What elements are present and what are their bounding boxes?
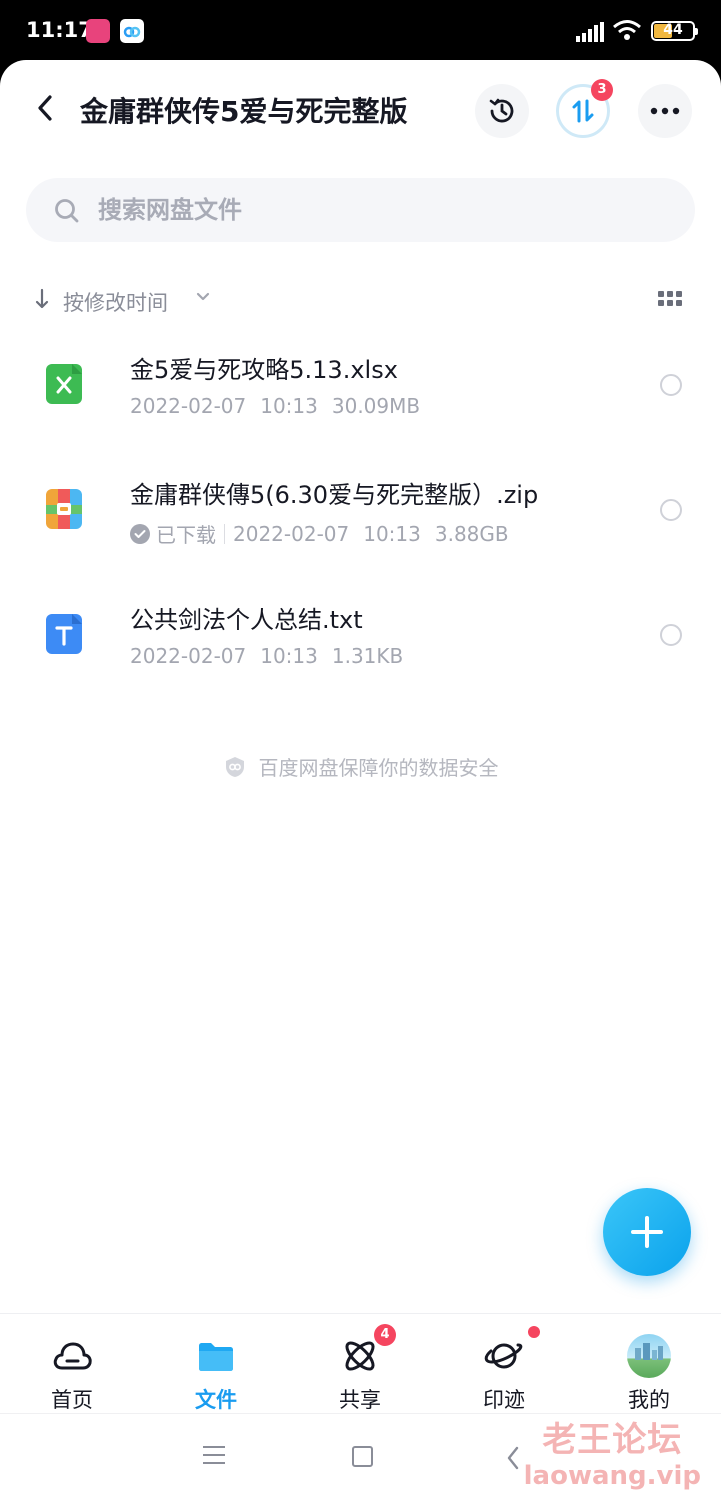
file-meta: 已下载 2022-02-07 10:13 3.88GB [130,519,509,548]
avatar [627,1334,671,1378]
watermark-title: 老王论坛 [542,1420,683,1460]
file-time: 10:13 [260,644,318,668]
watermark-url: laowang.vip [523,1461,701,1491]
app-notification-icon [86,19,110,43]
signal-icon [576,22,604,42]
history-icon [489,98,514,123]
chevron-left-icon [38,95,52,121]
list-item[interactable]: 金5爱与死攻略5.13.xlsx 2022-02-07 10:13 30.09M… [0,322,721,447]
file-date: 2022-02-07 [130,644,247,668]
tab-label: 印迹 [483,1388,525,1412]
file-date: 2022-02-07 [233,521,350,546]
safety-notice: 百度网盘保障你的数据安全 [0,752,721,781]
transfer-list-button[interactable]: 3 [556,79,613,138]
header: 金庸群侠传5爱与死完整版 3 [0,60,721,160]
status-time: 11:17 [26,18,93,42]
file-time: 10:13 [363,521,421,546]
battery-level: 44 [663,22,683,38]
atom-icon [345,1341,375,1371]
select-checkbox[interactable] [660,499,682,521]
transfer-count-badge: 3 [591,79,613,101]
search-input[interactable] [98,178,658,242]
sort-bar: 按修改时间 [0,282,721,322]
chevron-down-icon[interactable] [196,292,210,302]
wifi-icon [613,20,641,40]
tab-home[interactable]: 首页 [0,1314,144,1414]
file-size: 1.31KB [331,644,404,668]
folder-icon [199,1343,233,1371]
battery-icon: 44 [651,21,698,41]
list-item[interactable]: 公共剑法个人总结.txt 2022-02-07 10:13 1.31KB [0,572,721,697]
file-name: 金5爱与死攻略5.13.xlsx [130,356,398,384]
safety-text: 百度网盘保障你的数据安全 [258,756,499,780]
file-meta: 2022-02-07 10:13 30.09MB [130,394,420,418]
more-button[interactable] [638,84,692,138]
grid-view-icon[interactable] [658,291,682,307]
search-icon [55,199,79,223]
file-time: 10:13 [260,394,318,418]
watermark: 老王论坛 laowang.vip [524,1412,701,1491]
txt-file-icon [46,614,82,654]
transfer-icon [572,99,594,123]
tab-label: 我的 [628,1388,670,1412]
tab-label: 首页 [51,1388,93,1412]
file-list: 金5爱与死攻略5.13.xlsx 2022-02-07 10:13 30.09M… [0,322,721,697]
back-button[interactable] [28,88,62,128]
page-title: 金庸群侠传5爱与死完整版 [80,95,408,128]
tab-share[interactable]: 4 共享 [288,1314,432,1414]
history-button[interactable] [475,84,529,138]
select-checkbox[interactable] [660,374,682,396]
file-name: 金庸群侠傳5(6.30爱与死完整版）.zip [130,481,539,509]
share-count-badge: 4 [374,1324,396,1346]
cloud-icon [53,1342,92,1370]
file-date: 2022-02-07 [130,394,247,418]
plus-icon [631,1216,663,1248]
select-checkbox[interactable] [660,624,682,646]
list-item[interactable]: 金庸群侠傳5(6.30爱与死完整版）.zip 已下载 2022-02-07 10… [0,447,721,572]
tab-label: 文件 [195,1388,237,1412]
back-icon[interactable] [505,1445,521,1471]
tab-label: 共享 [339,1388,381,1412]
sort-arrow-icon [35,288,49,309]
file-size: 3.88GB [434,521,509,546]
planet-icon [484,1343,523,1369]
status-bar: 11:17 44 [0,0,721,62]
add-button[interactable] [603,1188,691,1276]
more-icon [650,107,680,115]
home-icon[interactable] [352,1446,373,1467]
zip-file-icon [46,489,82,529]
notification-dot [528,1326,540,1338]
bottom-tab-bar: 首页 文件 4 共享 印迹 我的 [0,1313,721,1413]
menu-icon[interactable] [203,1446,225,1470]
check-circle-icon [130,523,150,544]
search-bar[interactable] [26,178,695,242]
file-browser: 金庸群侠传5爱与死完整版 3 按修改时间 [0,60,721,1500]
tab-traces[interactable]: 印迹 [432,1314,576,1414]
tab-files[interactable]: 文件 [144,1314,288,1414]
xlsx-file-icon [46,364,82,404]
file-meta: 2022-02-07 10:13 1.31KB [130,644,403,668]
tab-me[interactable]: 我的 [577,1314,721,1414]
shield-icon [225,756,244,777]
baidu-netdisk-notification-icon [120,19,144,43]
file-size: 30.09MB [331,394,421,418]
downloaded-status: 已下载 [156,523,216,547]
file-name: 公共剑法个人总结.txt [130,606,363,634]
sort-dropdown[interactable]: 按修改时间 [63,287,168,317]
